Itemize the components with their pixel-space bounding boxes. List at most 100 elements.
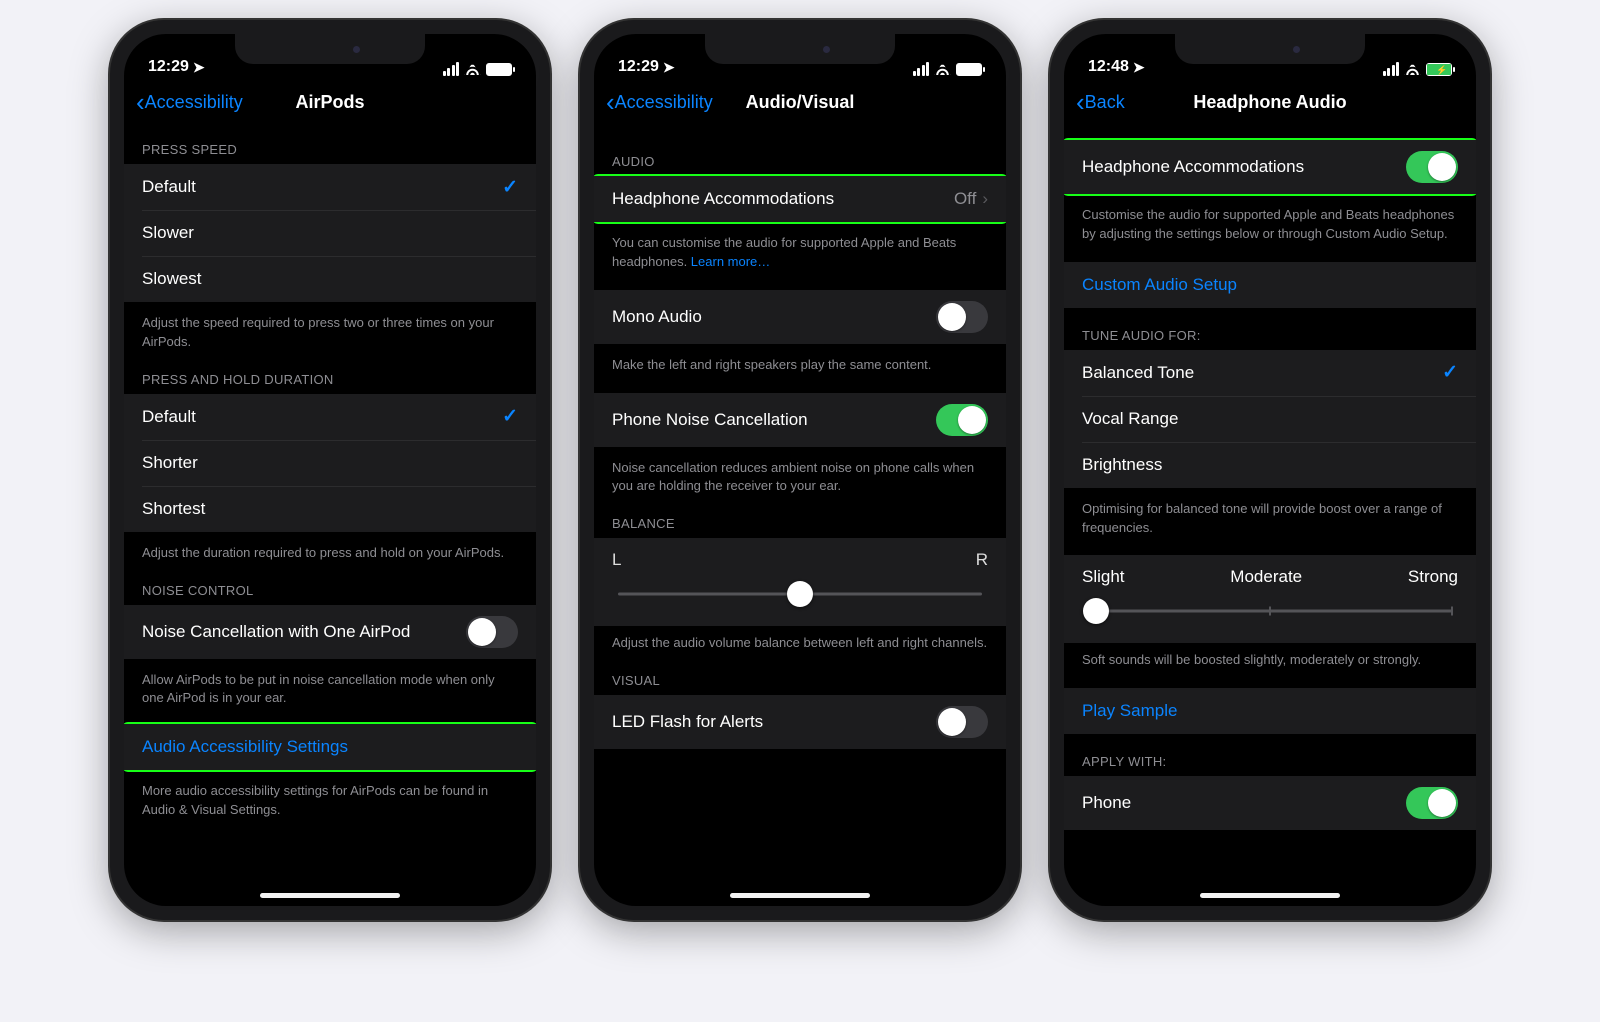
footer-accom: Customise the audio for supported Apple … <box>1064 198 1476 248</box>
toggle-mono-audio[interactable] <box>936 301 988 333</box>
row-apply-phone[interactable]: Phone <box>1064 776 1476 830</box>
notch <box>705 34 895 64</box>
level-slider[interactable] <box>1082 597 1458 625</box>
header-hold: PRESS AND HOLD DURATION <box>124 356 536 394</box>
row-label: Shortest <box>142 499 205 519</box>
status-time: 12:29 <box>618 58 659 76</box>
row-press-speed-slowest[interactable]: Slowest <box>124 256 536 302</box>
group-play-sample: Play Sample <box>1064 688 1476 734</box>
row-balance-slider: L R <box>594 538 1006 626</box>
group-mono: Mono Audio <box>594 290 1006 344</box>
cellular-icon <box>1383 62 1400 76</box>
back-label: Accessibility <box>145 92 243 113</box>
row-hold-default[interactable]: Default ✓ <box>124 394 536 440</box>
row-label: Brightness <box>1082 455 1162 475</box>
row-tune-balanced[interactable]: Balanced Tone ✓ <box>1064 350 1476 396</box>
nav-bar: ‹ Back Headphone Audio <box>1064 78 1476 126</box>
home-indicator[interactable] <box>730 893 870 898</box>
toggle-phone-noise-cancel[interactable] <box>936 404 988 436</box>
row-headphone-accommodations[interactable]: Headphone Accommodations Off › <box>594 176 1006 222</box>
notch <box>235 34 425 64</box>
chevron-left-icon: ‹ <box>136 89 145 115</box>
group-noise: Noise Cancellation with One AirPod <box>124 605 536 659</box>
scroll-content[interactable]: Headphone Accommodations Customise the a… <box>1064 126 1476 906</box>
row-label: Noise Cancellation with One AirPod <box>142 622 410 642</box>
chevron-right-icon: › <box>982 189 988 209</box>
wifi-icon <box>1404 63 1421 75</box>
group-headphone-accom: Headphone Accommodations <box>1064 140 1476 194</box>
group-apply-phone: Phone <box>1064 776 1476 830</box>
footer-text: You can customise the audio for supporte… <box>612 235 956 269</box>
row-mono-audio[interactable]: Mono Audio <box>594 290 1006 344</box>
row-label: Slowest <box>142 269 202 289</box>
page-title: Headphone Audio <box>1064 92 1476 113</box>
header-visual: VISUAL <box>594 657 1006 695</box>
row-level-slider: Slight Moderate Strong <box>1064 555 1476 643</box>
checkmark-icon: ✓ <box>1442 361 1458 384</box>
toggle-apply-phone[interactable] <box>1406 787 1458 819</box>
row-label: LED Flash for Alerts <box>612 712 763 732</box>
wifi-icon <box>464 63 481 75</box>
row-label: Shorter <box>142 453 198 473</box>
location-icon: ➤ <box>663 59 675 76</box>
phone-mockup-3: 12:48 ➤ ⚡ ‹ Back Headphone Audio Headpho… <box>1050 20 1490 920</box>
back-button[interactable]: ‹ Accessibility <box>136 89 243 115</box>
home-indicator[interactable] <box>260 893 400 898</box>
balance-slider[interactable] <box>612 580 988 608</box>
footer-balance: Adjust the audio volume balance between … <box>594 626 1006 657</box>
battery-icon <box>956 63 982 76</box>
row-label: Play Sample <box>1082 701 1177 721</box>
home-indicator[interactable] <box>1200 893 1340 898</box>
row-custom-audio-setup[interactable]: Custom Audio Setup <box>1064 262 1476 308</box>
screen-airpods: 12:29 ➤ ‹ Accessibility AirPods PRESS SP… <box>124 34 536 906</box>
row-audio-accessibility-settings[interactable]: Audio Accessibility Settings <box>124 724 536 770</box>
slider-thumb[interactable] <box>1083 598 1109 624</box>
row-label: Phone Noise Cancellation <box>612 410 808 430</box>
row-label: Headphone Accommodations <box>612 189 834 209</box>
back-button[interactable]: ‹ Back <box>1076 89 1125 115</box>
balance-right-label: R <box>976 550 988 570</box>
row-hold-shorter[interactable]: Shorter <box>124 440 536 486</box>
row-hold-shortest[interactable]: Shortest <box>124 486 536 532</box>
footer-headphone: You can customise the audio for supporte… <box>594 226 1006 276</box>
row-label: Audio Accessibility Settings <box>142 737 348 757</box>
scroll-content[interactable]: AUDIO Headphone Accommodations Off › You… <box>594 126 1006 906</box>
row-headphone-accommodations[interactable]: Headphone Accommodations <box>1064 140 1476 194</box>
nav-bar: ‹ Accessibility Audio/Visual <box>594 78 1006 126</box>
footer-audio-link: More audio accessibility settings for Ai… <box>124 774 536 824</box>
row-press-speed-default[interactable]: Default ✓ <box>124 164 536 210</box>
slider-thumb[interactable] <box>787 581 813 607</box>
back-button[interactable]: ‹ Accessibility <box>606 89 713 115</box>
checkmark-icon: ✓ <box>502 176 518 199</box>
back-label: Back <box>1085 92 1125 113</box>
back-label: Accessibility <box>615 92 713 113</box>
group-custom-setup: Custom Audio Setup <box>1064 262 1476 308</box>
group-press-speed: Default ✓ Slower Slowest <box>124 164 536 302</box>
footer-mono: Make the left and right speakers play th… <box>594 348 1006 379</box>
scroll-content[interactable]: PRESS SPEED Default ✓ Slower Slowest Adj… <box>124 126 536 906</box>
toggle-headphone-accommodations[interactable] <box>1406 151 1458 183</box>
toggle-noise-cancel[interactable] <box>466 616 518 648</box>
row-tune-vocal[interactable]: Vocal Range <box>1064 396 1476 442</box>
checkmark-icon: ✓ <box>502 405 518 428</box>
balance-left-label: L <box>612 550 621 570</box>
row-label: Mono Audio <box>612 307 702 327</box>
row-noise-cancel-one-airpod[interactable]: Noise Cancellation with One AirPod <box>124 605 536 659</box>
row-phone-noise-cancel[interactable]: Phone Noise Cancellation <box>594 393 1006 447</box>
battery-charging-icon: ⚡ <box>1426 63 1452 76</box>
header-audio: AUDIO <box>594 126 1006 176</box>
row-play-sample[interactable]: Play Sample <box>1064 688 1476 734</box>
row-label: Headphone Accommodations <box>1082 157 1304 177</box>
header-noise: NOISE CONTROL <box>124 567 536 605</box>
row-tune-brightness[interactable]: Brightness <box>1064 442 1476 488</box>
level-moderate-label: Moderate <box>1230 567 1302 587</box>
level-strong-label: Strong <box>1408 567 1458 587</box>
toggle-led-flash[interactable] <box>936 706 988 738</box>
row-led-flash[interactable]: LED Flash for Alerts <box>594 695 1006 749</box>
row-label: Default <box>142 177 196 197</box>
learn-more-link[interactable]: Learn more… <box>691 254 770 269</box>
footer-hold: Adjust the duration required to press an… <box>124 536 536 567</box>
nav-bar: ‹ Accessibility AirPods <box>124 78 536 126</box>
row-press-speed-slower[interactable]: Slower <box>124 210 536 256</box>
status-time: 12:48 <box>1088 58 1129 76</box>
